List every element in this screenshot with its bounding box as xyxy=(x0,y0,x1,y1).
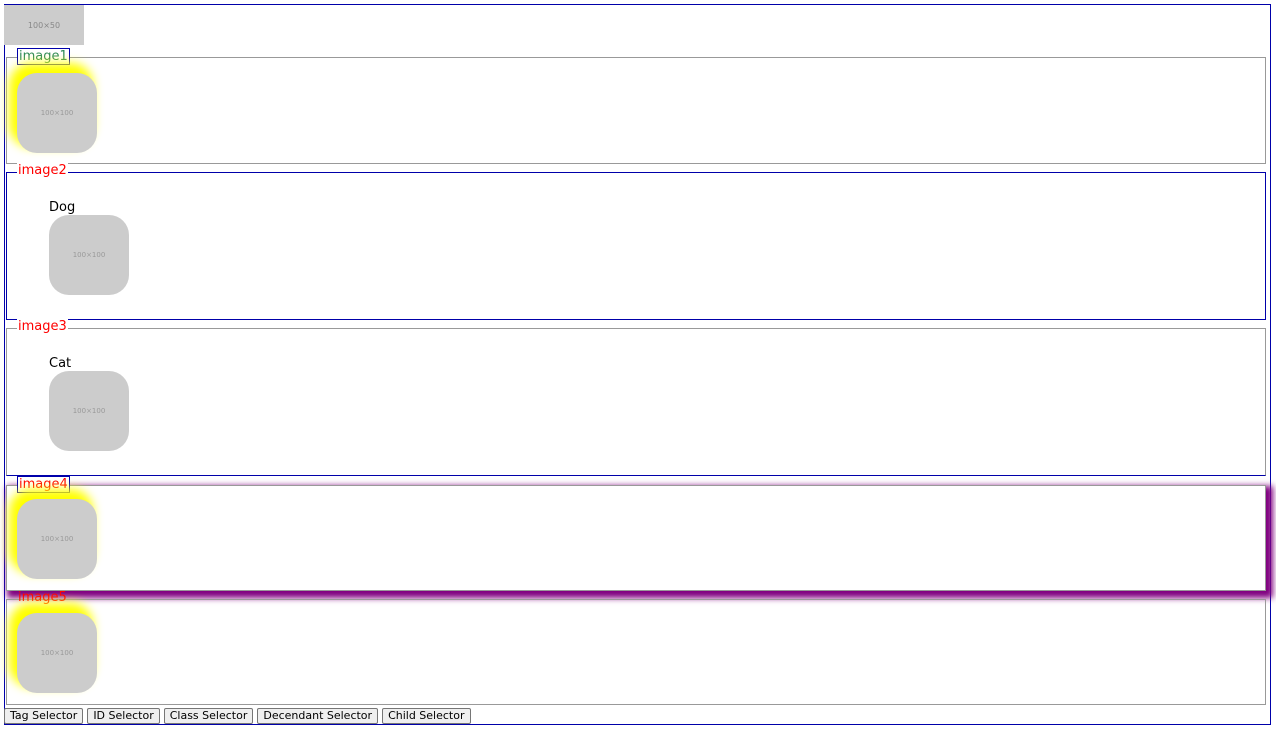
caption-dog: Dog xyxy=(49,200,76,215)
image1-placeholder: 100×100 xyxy=(17,73,97,153)
child-selector-button[interactable]: Child Selector xyxy=(382,708,471,724)
caption-cat: Cat xyxy=(49,356,72,371)
legend-image1: image1 xyxy=(17,48,70,65)
image3-placeholder: 100×100 xyxy=(49,371,129,451)
fieldset-image4: image4 100×100 xyxy=(6,476,1266,591)
class-selector-button[interactable]: Class Selector xyxy=(163,708,254,724)
id-selector-button[interactable]: ID Selector xyxy=(87,708,160,724)
fieldset-image5: image5 100×100 xyxy=(6,590,1266,705)
fieldset-image1: image1 100×100 xyxy=(6,48,1266,164)
legend-image3: image3 xyxy=(17,319,68,334)
legend-image5: image5 xyxy=(18,590,67,605)
selector-button-bar: Tag Selector ID Selector Class Selector … xyxy=(4,708,471,724)
descendant-selector-button[interactable]: Decendant Selector xyxy=(257,708,379,724)
image2-placeholder: 100×100 xyxy=(49,215,129,295)
header-image-placeholder: 100×50 xyxy=(4,5,84,45)
fieldset-image2: image2 Dog 100×100 xyxy=(6,163,1266,320)
legend-image4: image4 xyxy=(17,476,70,493)
image4-placeholder: 100×100 xyxy=(17,499,97,579)
fieldset-image3: image3 Cat 100×100 xyxy=(6,319,1266,476)
image5-placeholder: 100×100 xyxy=(17,613,97,693)
tag-selector-button[interactable]: Tag Selector xyxy=(4,708,84,724)
legend-image2: image2 xyxy=(17,163,68,178)
